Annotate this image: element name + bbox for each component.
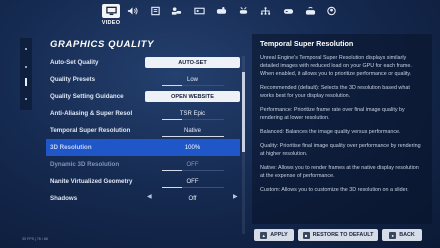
restore-label: RESTORE TO DEFAULT [312,232,374,238]
open-website-button[interactable]: OPEN WEBSITE [145,91,240,102]
tab-input[interactable] [167,4,185,18]
tab-accessibility[interactable] [146,4,164,18]
setting-quality-guidance[interactable]: Quality Setting Guidance OPEN WEBSITE [50,88,240,105]
description-paragraph: Custom: Allows you to customize the 3D r… [260,187,409,193]
auto-set-button[interactable]: AUTO-SET [145,57,240,68]
tab-keyboard[interactable] [190,4,208,18]
scroller-dot [25,48,27,50]
setting-label: 3D Resolution [50,144,92,151]
underline-fill [162,85,182,86]
scroller-dot [25,98,27,100]
temporal-super-resolution-value[interactable]: Native [145,125,240,136]
setting-nanite[interactable]: Nanite Virtualized Geometry OFF [50,173,240,190]
setting-label: Shadows [50,195,78,202]
network-icon [260,7,270,15]
settings-scrollbar[interactable] [242,56,245,234]
tab-audio[interactable] [123,4,141,18]
underline-fill [162,136,224,137]
settings-list: Auto-Set Quality AUTO-SET Quality Preset… [46,54,240,207]
quality-presets-value[interactable]: Low [145,74,240,85]
setting-shadows[interactable]: Shadows ◀ Off ▶ [50,190,240,207]
monitor-icon [105,6,117,16]
setting-temporal-super-resolution[interactable]: Temporal Super Resolution Native [50,122,240,139]
3d-resolution-value[interactable]: 100% [145,142,240,153]
nanite-value[interactable]: OFF [145,176,240,187]
underline-fill [162,119,182,120]
active-tab-label: VIDEO [101,20,121,26]
setting-3d-resolution[interactable]: 3D Resolution 100% [46,139,240,156]
apply-key-icon: ▲ [260,231,268,239]
tab-account[interactable] [322,4,340,18]
dynamic-3d-resolution-value[interactable]: OFF [145,159,240,170]
description-paragraph: Performance: Prioritize frame rate over … [260,107,405,121]
setting-auto-set-quality[interactable]: Auto-Set Quality AUTO-SET [50,54,240,71]
value-underline [162,170,224,171]
chevron-right-icon[interactable]: ▶ [233,193,238,200]
restore-key-icon: ■ [302,231,310,239]
underline-fill [162,170,182,171]
restore-default-button[interactable]: ■ RESTORE TO DEFAULT [298,229,378,241]
apply-button[interactable]: ▲ APPLY [254,229,294,241]
value-underline [162,187,224,188]
tab-wireless-controller[interactable] [301,4,319,18]
setting-label: Quality Presets [50,76,96,83]
back-key-icon: ● [389,231,397,239]
tab-network[interactable] [256,4,274,18]
setting-anti-aliasing[interactable]: Anti-Aliasing & Super Resol TSR Epic [50,105,240,122]
description-paragraph: Quality: Prioritise final image quality … [260,143,421,157]
value-underline [162,85,224,86]
gamepad-settings-icon [239,7,247,14]
back-button[interactable]: ● BACK [382,229,422,241]
controller-touch-icon [216,7,226,14]
setting-quality-presets[interactable]: Quality Presets Low [50,71,240,88]
anti-aliasing-value[interactable]: TSR Epic [145,108,240,119]
description-paragraph: Balanced: Balances the image quality ver… [260,129,401,135]
underline-fill [162,187,182,188]
setting-label: Temporal Super Resolution [50,127,131,134]
back-label: BACK [399,232,415,238]
controller-person-icon [171,7,181,15]
setting-label: Nanite Virtualized Geometry [50,178,133,185]
scrollbar-thumb[interactable] [242,72,245,152]
setting-label: Anti-Aliasing & Super Resol [50,110,133,117]
page-title: GRAPHICS QUALITY [50,39,155,50]
setting-dynamic-3d-resolution[interactable]: Dynamic 3D Resolution OFF [50,156,240,173]
tab-video[interactable] [102,4,120,18]
keyboard-mouse-icon [193,7,205,15]
fps-counter: 30 FPS | 76 / 86 [22,237,48,241]
description-paragraph: Native: Allows you to render frames at t… [260,165,419,179]
tab-gamepad-settings[interactable] [234,4,252,18]
accessibility-icon [150,6,160,16]
tab-controller-touch[interactable] [212,4,230,18]
top-nav: VIDEO [0,0,440,30]
setting-label: Auto-Set Quality [50,59,99,66]
tab-gamepad[interactable] [279,4,297,18]
category-scroller[interactable] [20,38,32,110]
setting-label: Dynamic 3D Resolution [50,161,120,168]
description-panel: Temporal Super Resolution Unreal Engine'… [252,34,432,224]
wireless-controller-icon [305,6,315,15]
account-icon [326,6,336,16]
scroller-current [25,78,27,86]
value-underline [162,136,224,137]
speaker-icon [127,7,138,15]
shadows-value[interactable]: Off [145,193,240,204]
description-paragraph: Recommended (default): Selects the 3D re… [260,85,410,99]
description-title: Temporal Super Resolution [260,39,354,48]
value-underline [162,119,224,120]
gamepad-icon [283,9,293,14]
setting-label: Quality Setting Guidance [50,93,124,100]
apply-label: APPLY [270,232,288,238]
description-paragraph: Unreal Engine's Temporal Super Resolutio… [260,55,412,77]
scroller-dot [25,66,27,68]
